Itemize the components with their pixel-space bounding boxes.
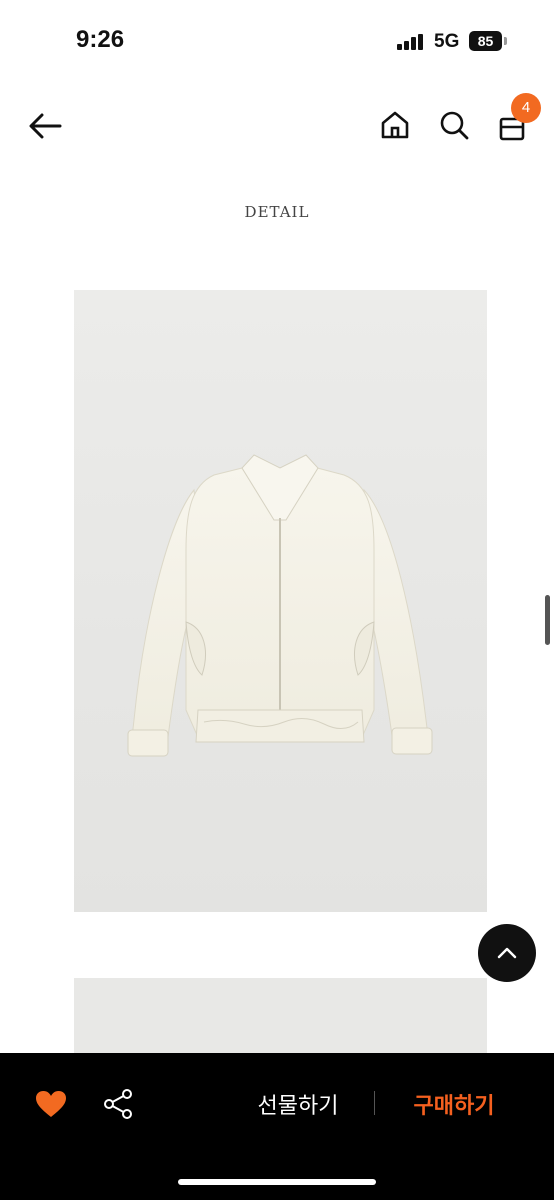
home-indicator (178, 1179, 376, 1185)
gift-button[interactable]: 선물하기 (240, 1088, 356, 1120)
status-bar: 9:26 5G 85 (0, 0, 554, 84)
signal-icon (397, 34, 423, 50)
network-label: 5G (434, 31, 460, 52)
heart-icon[interactable] (35, 1090, 67, 1118)
jacket-illustration (127, 454, 433, 757)
product-photo (74, 290, 487, 912)
top-navigation (0, 84, 554, 168)
share-icon[interactable] (103, 1088, 135, 1120)
divider (374, 1091, 375, 1115)
battery-tip (504, 37, 507, 45)
scroll-top-button[interactable] (478, 924, 536, 982)
scrollbar[interactable] (545, 595, 550, 645)
product-photo-secondary (74, 978, 487, 1058)
search-icon[interactable] (438, 109, 470, 141)
buy-button[interactable]: 구매하기 (396, 1088, 512, 1120)
bottom-action-bar (0, 1053, 554, 1200)
status-time: 9:26 (76, 26, 125, 53)
battery-icon: 85 (469, 31, 502, 51)
home-icon[interactable] (380, 110, 410, 140)
section-title: DETAIL (244, 203, 310, 221)
chevron-up-icon (497, 947, 517, 959)
cart-count-badge: 4 (511, 93, 541, 123)
back-arrow-icon[interactable] (28, 112, 62, 140)
